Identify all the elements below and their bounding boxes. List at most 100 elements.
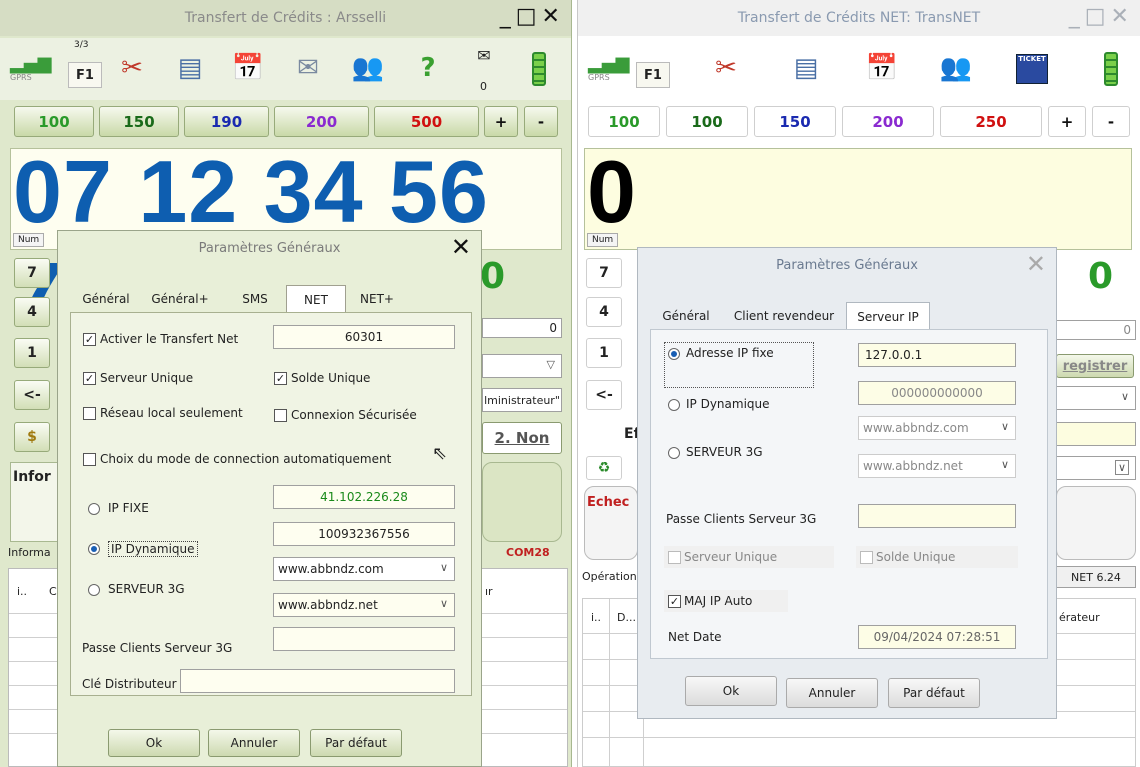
domain-select-1[interactable]: www.abbndz.com ∨ — [858, 416, 1016, 440]
key-7[interactable]: 7 — [586, 258, 622, 288]
enregistrer-button[interactable]: registrer — [1056, 354, 1134, 378]
transfert-net-field[interactable]: 60301 — [273, 325, 455, 349]
amount-button-3[interactable]: 150 — [754, 106, 836, 137]
cle-distributeur-field[interactable] — [180, 669, 455, 693]
ok-button[interactable]: Ok — [108, 729, 200, 757]
tab-client-revendeur[interactable]: Client revendeur — [728, 304, 840, 328]
tools-icon[interactable]: ✂ — [110, 44, 154, 92]
tools-icon[interactable]: ✂ — [704, 44, 748, 92]
amount-button-1[interactable]: 100 — [588, 106, 660, 137]
right-select-2[interactable]: ∨ — [1056, 456, 1136, 480]
domain-select-2[interactable]: www.abbndz.net ∨ — [858, 454, 1016, 478]
reseau-local-checkbox[interactable] — [83, 407, 96, 420]
activer-checkbox[interactable]: ✓ — [83, 333, 96, 346]
amount-button-4[interactable]: 200 — [274, 106, 369, 137]
amount-button-2[interactable]: 150 — [99, 106, 179, 137]
minus-button[interactable]: - — [524, 106, 558, 137]
ip-dynamique-radio[interactable] — [668, 399, 680, 411]
amount-button-4[interactable]: 200 — [842, 106, 934, 137]
calendar-icon[interactable]: 📅 — [860, 44, 904, 92]
ip-dynamique-radio[interactable] — [88, 543, 100, 555]
ok-button[interactable]: Ok — [685, 676, 777, 706]
amount-button-2[interactable]: 100 — [666, 106, 748, 137]
plus-button[interactable]: + — [484, 106, 518, 137]
domain-select-1[interactable]: www.abbndz.com ∨ — [273, 557, 455, 581]
right-field-2[interactable] — [1056, 422, 1136, 446]
f1-button[interactable]: F1 — [68, 62, 102, 88]
amount-button-5[interactable]: 500 — [374, 106, 479, 137]
key-4[interactable]: 4 — [586, 297, 622, 327]
ip-dynamique-field[interactable]: 000000000000 — [858, 381, 1016, 405]
ip-dynamique-field[interactable]: 100932367556 — [273, 522, 455, 546]
users-icon[interactable]: 👥 — [346, 44, 390, 92]
passe-clients-label: Passe Clients Serveur 3G — [82, 641, 233, 655]
serveur-3g-radio[interactable] — [88, 584, 100, 596]
minus-button[interactable]: - — [1092, 106, 1130, 137]
close-icon[interactable]: ✕ — [451, 233, 471, 261]
left-window-controls[interactable]: _□✕ — [500, 4, 565, 29]
ip-fixe-radio[interactable] — [88, 503, 100, 515]
key-back[interactable]: <- — [14, 380, 50, 410]
non-button[interactable]: 2. Non — [482, 422, 562, 454]
connexion-securisee-checkbox[interactable] — [274, 409, 287, 422]
users-icon[interactable]: 👥 — [934, 44, 978, 92]
money-bag-icon[interactable]: $ — [14, 422, 50, 452]
adresse-ip-field[interactable]: 127.0.0.1 — [858, 343, 1016, 367]
maj-ip-auto-label: MAJ IP Auto — [684, 594, 753, 608]
tab-sms[interactable]: SMS — [230, 287, 280, 311]
cash-register-icon[interactable]: ▤ — [168, 44, 212, 92]
right-select-1[interactable]: ∨ — [1056, 386, 1136, 410]
key-1[interactable]: 1 — [586, 338, 622, 368]
par-defaut-button[interactable]: Par défaut — [310, 729, 402, 757]
key-4[interactable]: 4 — [14, 297, 50, 327]
key-back[interactable]: <- — [586, 380, 622, 410]
serveur-3g-radio[interactable] — [668, 447, 680, 459]
right-window-controls[interactable]: _□✕ — [1069, 4, 1134, 29]
tab-net[interactable]: NET — [286, 285, 346, 313]
annuler-button[interactable]: Annuler — [786, 678, 878, 708]
left-select-1[interactable]: ▽ — [482, 354, 562, 378]
annuler-button[interactable]: Annuler — [208, 729, 300, 757]
key-7[interactable]: 7 — [14, 258, 50, 288]
signal-icon: ▂▄▆ GPRS — [588, 53, 630, 83]
left-field-zero[interactable]: 0 — [482, 318, 562, 338]
tab-serveur-ip[interactable]: Serveur IP — [846, 302, 930, 330]
operator-field[interactable]: lministrateur" — [482, 388, 562, 412]
calendar-icon[interactable]: 📅 — [226, 44, 270, 92]
serveur-unique-checkbox[interactable]: ✓ — [83, 372, 96, 385]
solde-unique-checkbox[interactable]: ✓ — [274, 372, 287, 385]
choix-mode-checkbox[interactable] — [83, 453, 96, 466]
ticket-icon[interactable]: TICKET — [1016, 54, 1048, 84]
phone-number-display: 0 — [587, 142, 637, 241]
amount-button-5[interactable]: 250 — [940, 106, 1042, 137]
key-1[interactable]: 1 — [14, 338, 50, 368]
tab-general-plus[interactable]: Général+ — [144, 287, 216, 311]
passe-clients-field[interactable] — [858, 504, 1016, 528]
mail-icon[interactable]: ✉ — [462, 40, 506, 70]
tab-general[interactable]: Général — [658, 304, 714, 328]
close-icon[interactable]: ✕ — [1026, 250, 1046, 278]
help-icon[interactable]: ? — [406, 44, 450, 92]
net-date-field[interactable]: 09/04/2024 07:28:51 — [858, 625, 1016, 649]
battery-icon — [1104, 52, 1118, 86]
mail-search-icon[interactable]: ✉ — [286, 44, 330, 92]
tab-net-plus[interactable]: NET+ — [352, 287, 402, 311]
passe-clients-field[interactable] — [273, 627, 455, 651]
serveur-unique-checkbox[interactable] — [668, 551, 681, 564]
cash-register-icon[interactable]: ▤ — [784, 44, 828, 92]
amount-button-3[interactable]: 190 — [184, 106, 269, 137]
ip-fixe-label: IP FIXE — [108, 501, 149, 515]
ip-fixe-field[interactable]: 41.102.226.28 — [273, 485, 455, 509]
plus-button[interactable]: + — [1048, 106, 1086, 137]
net-version-label: NET 6.24 — [1056, 566, 1136, 588]
par-defaut-button[interactable]: Par défaut — [888, 678, 980, 708]
f1-button[interactable]: F1 — [636, 62, 670, 88]
right-field-zero[interactable]: 0 — [1056, 320, 1136, 340]
left-toolbar: ▂▄▆ GPRS 3/3 F1 ✂ ▤ 📅 ✉ 👥 ? ✉ 0 — [0, 38, 571, 100]
recycle-icon[interactable]: ♻ — [586, 456, 622, 480]
domain-select-2[interactable]: www.abbndz.net ∨ — [273, 593, 455, 617]
maj-ip-auto-checkbox[interactable]: ✓ — [668, 595, 681, 608]
solde-unique-checkbox[interactable] — [860, 551, 873, 564]
tab-general[interactable]: Général — [78, 287, 134, 311]
amount-button-1[interactable]: 100 — [14, 106, 94, 137]
